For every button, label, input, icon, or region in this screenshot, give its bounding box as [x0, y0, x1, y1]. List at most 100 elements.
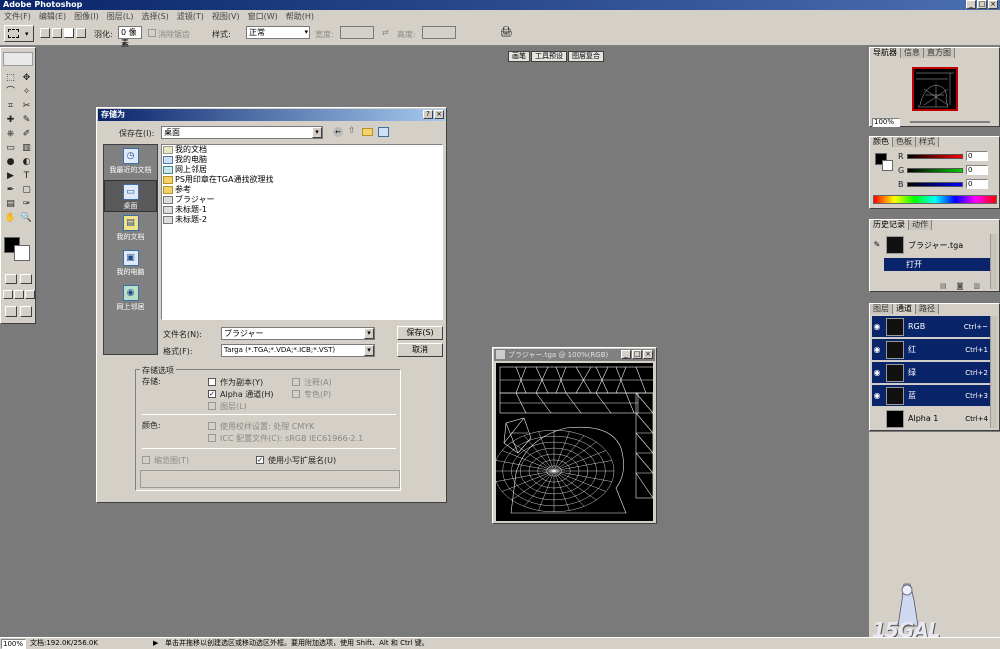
lowercase-checkbox[interactable]: ✓	[256, 456, 264, 464]
menu-edit[interactable]: 编辑(E)	[35, 11, 70, 22]
zoom-slider[interactable]	[910, 121, 990, 123]
menu-layer[interactable]: 图层(L)	[103, 11, 138, 22]
jump-to-imageready-icon[interactable]	[5, 306, 17, 317]
format-select[interactable]: Targa (*.TGA;*.VDA;*.ICB;*.VST) ▾	[221, 344, 375, 357]
channel-row-green[interactable]: ◉ 绿 Ctrl+2	[872, 362, 990, 384]
style-select[interactable]: 正常 ▾	[246, 26, 310, 39]
pen-tool-icon[interactable]: ✒	[4, 184, 17, 197]
crop-tool-icon[interactable]: ⌗	[4, 100, 17, 113]
as-copy-checkbox[interactable]	[208, 378, 216, 386]
tab-info[interactable]: 信息	[901, 48, 924, 58]
slice-tool-icon[interactable]: ✂	[20, 100, 33, 113]
spot-checkbox[interactable]	[292, 390, 300, 398]
minimize-icon[interactable]: _	[966, 0, 976, 9]
feather-input[interactable]: 0 像素	[118, 26, 142, 48]
lasso-tool-icon[interactable]: ⌒	[4, 86, 17, 99]
save-button[interactable]: 保存(S)	[397, 326, 443, 340]
shape-tool-icon[interactable]: ▢	[20, 184, 33, 197]
place-my-documents[interactable]: ▤ 我的文档	[104, 215, 157, 247]
tab-channels[interactable]: 通道	[893, 304, 916, 314]
close-icon[interactable]: ×	[988, 0, 998, 9]
place-desktop[interactable]: ▭ 桌面	[104, 180, 157, 212]
canvas[interactable]	[493, 363, 656, 521]
status-arrow-icon[interactable]: ▶	[153, 638, 158, 649]
layers-checkbox[interactable]	[208, 402, 216, 410]
list-item[interactable]: 未标题-2	[162, 215, 442, 225]
tab-paths[interactable]: 路径	[916, 304, 939, 314]
blue-slider[interactable]	[907, 182, 963, 187]
help-icon[interactable]: ?	[423, 110, 433, 119]
new-document-icon[interactable]: ▤	[940, 282, 947, 290]
blur-tool-icon[interactable]: ●	[4, 156, 17, 169]
back-icon[interactable]: ←	[333, 127, 343, 137]
close-icon[interactable]: ×	[434, 110, 444, 119]
tab-history[interactable]: 历史记录	[870, 220, 909, 230]
zoom-tool-icon[interactable]: 🔍	[20, 212, 33, 225]
palette-well-tab-layer-comps[interactable]: 图层复合	[568, 51, 604, 62]
thumbnail-checkbox[interactable]	[142, 456, 150, 464]
quick-mask-button[interactable]	[20, 274, 32, 284]
menu-filter[interactable]: 滤镜(T)	[173, 11, 208, 22]
navigator-zoom-input[interactable]: 100%	[872, 118, 900, 127]
eyedropper-tool-icon[interactable]: ✑	[20, 198, 33, 211]
tab-histogram[interactable]: 直方图	[924, 48, 955, 58]
tab-styles[interactable]: 样式	[916, 137, 939, 147]
proof-checkbox[interactable]	[208, 422, 216, 430]
screen-mode-3-icon[interactable]	[25, 290, 35, 299]
menu-select[interactable]: 选择(S)	[137, 11, 172, 22]
marquee-tool-icon[interactable]: ⬚	[4, 72, 17, 85]
tab-navigator[interactable]: 导航器	[870, 48, 901, 58]
alpha-checkbox[interactable]: ✓	[208, 390, 216, 398]
palette-well-tab-brushes[interactable]: 画笔	[508, 51, 530, 62]
intersect-selection-icon[interactable]	[76, 28, 86, 38]
blue-input[interactable]: 0	[966, 179, 988, 189]
tab-layers[interactable]: 图层	[870, 304, 893, 314]
trash-icon[interactable]: ▥	[973, 282, 980, 290]
minimize-icon[interactable]: _	[621, 350, 631, 359]
maximize-icon[interactable]: □	[632, 350, 642, 359]
channel-row-rgb[interactable]: ◉ RGB Ctrl+~	[872, 316, 990, 338]
background-color-swatch[interactable]	[14, 245, 30, 261]
new-selection-icon[interactable]	[40, 28, 50, 38]
channel-row-alpha[interactable]: Alpha 1 Ctrl+4	[872, 408, 990, 430]
standard-mode-button[interactable]	[5, 274, 17, 284]
magic-wand-tool-icon[interactable]: ✧	[20, 86, 33, 99]
dodge-tool-icon[interactable]: ◐	[20, 156, 33, 169]
screen-mode-1-icon[interactable]	[3, 290, 13, 299]
eye-icon[interactable]: ◉	[872, 322, 882, 332]
red-slider[interactable]	[907, 154, 963, 159]
tab-actions[interactable]: 动作	[909, 220, 932, 230]
notes-tool-icon[interactable]: ▤	[4, 198, 17, 211]
brush-tool-icon[interactable]: ✎	[20, 114, 33, 127]
tab-color[interactable]: 颜色	[870, 137, 893, 147]
antialias-checkbox[interactable]	[148, 29, 156, 37]
view-menu-icon[interactable]	[378, 127, 389, 137]
save-in-select[interactable]: 桌面 ▾	[161, 126, 323, 139]
place-my-computer[interactable]: ▣ 我的电脑	[104, 250, 157, 282]
gradient-tool-icon[interactable]: ▥	[20, 142, 33, 155]
maximize-icon[interactable]: □	[977, 0, 987, 9]
menu-file[interactable]: 文件(F)	[0, 11, 35, 22]
tool-preset-picker[interactable]: ▾	[4, 25, 34, 42]
icc-checkbox[interactable]	[208, 434, 216, 442]
list-item[interactable]: PS用印章在TGA通找欲理找	[162, 175, 442, 185]
height-input[interactable]	[422, 26, 456, 39]
list-item[interactable]: ブラジャー	[162, 195, 442, 205]
channel-row-red[interactable]: ◉ 红 Ctrl+1	[872, 339, 990, 361]
eraser-tool-icon[interactable]: ▭	[4, 142, 17, 155]
screen-mode-2-icon[interactable]	[14, 290, 24, 299]
channels-scrollbar[interactable]	[990, 316, 997, 428]
list-item[interactable]: 我的电脑	[162, 155, 442, 165]
menu-window[interactable]: 窗口(W)	[244, 11, 282, 22]
red-input[interactable]: 0	[966, 151, 988, 161]
navigator-preview[interactable]	[912, 67, 958, 111]
history-item-open[interactable]: 打开	[884, 258, 990, 271]
menu-image[interactable]: 图像(I)	[70, 11, 103, 22]
eye-icon[interactable]: ◉	[872, 368, 882, 378]
green-slider[interactable]	[907, 168, 963, 173]
file-browser-icon[interactable]: 🖨	[500, 27, 516, 41]
feather-logo-icon[interactable]	[3, 52, 33, 66]
new-folder-icon[interactable]	[362, 128, 373, 136]
green-input[interactable]: 0	[966, 165, 988, 175]
history-brush-tool-icon[interactable]: ✐	[20, 128, 33, 141]
